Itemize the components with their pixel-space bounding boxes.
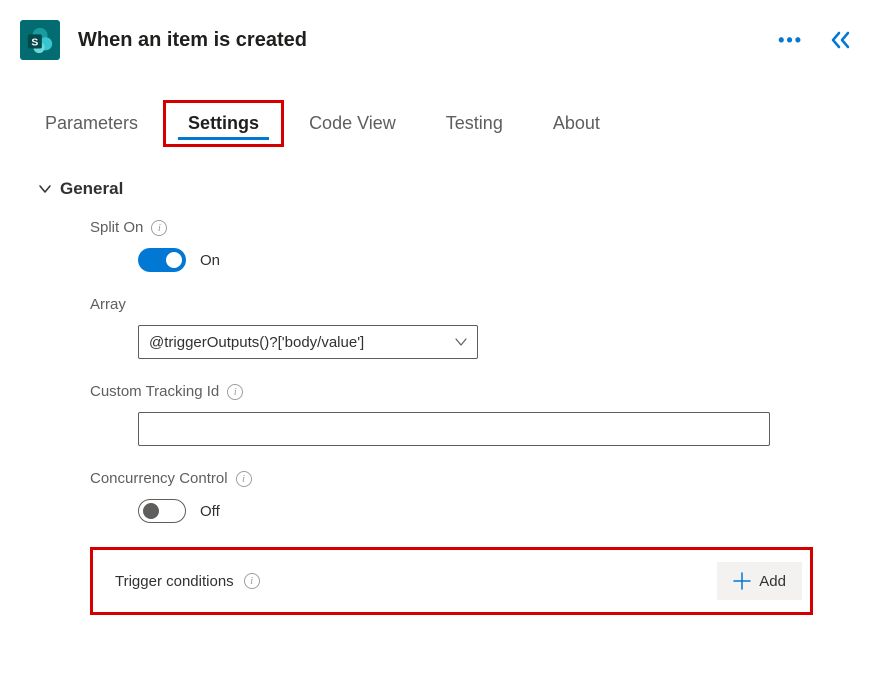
custom-tracking-label-row: Custom Tracking Id i [90, 383, 853, 400]
concurrency-toggle[interactable] [138, 499, 186, 523]
custom-tracking-label: Custom Tracking Id [90, 383, 219, 400]
array-select[interactable]: @triggerOutputs()?['body/value'] [138, 325, 478, 359]
split-on-state: On [200, 252, 220, 269]
info-icon[interactable]: i [236, 471, 252, 487]
concurrency-toggle-row: Off [138, 499, 853, 523]
sharepoint-glyph-icon: S [25, 25, 55, 55]
array-field: Array @triggerOutputs()?['body/value'] [90, 296, 853, 359]
info-icon[interactable]: i [151, 220, 167, 236]
add-button-label: Add [759, 573, 786, 590]
tab-parameters[interactable]: Parameters [20, 100, 163, 147]
array-label: Array [90, 296, 126, 313]
chevron-down-icon [38, 182, 52, 196]
section-general-header[interactable]: General [38, 179, 853, 199]
trigger-conditions-row: Trigger conditions i Add [90, 547, 813, 615]
chevron-down-icon [455, 336, 467, 348]
trigger-conditions-label: Trigger conditions [115, 573, 234, 590]
tab-about[interactable]: About [528, 100, 625, 147]
toggle-knob [166, 252, 182, 268]
plus-icon [733, 572, 751, 590]
concurrency-state: Off [200, 503, 220, 520]
header-bar: S When an item is created ••• [20, 20, 853, 60]
custom-tracking-field: Custom Tracking Id i [90, 383, 853, 446]
tab-bar: Parameters Settings Code View Testing Ab… [20, 100, 853, 147]
array-label-row: Array [90, 296, 853, 313]
concurrency-field: Concurrency Control i Off [90, 470, 853, 523]
trigger-conditions-left: Trigger conditions i [115, 573, 260, 590]
split-on-toggle-row: On [138, 248, 853, 272]
info-icon[interactable]: i [244, 573, 260, 589]
more-options-icon[interactable]: ••• [778, 30, 803, 51]
tab-code-view[interactable]: Code View [284, 100, 421, 147]
card-title: When an item is created [78, 29, 307, 52]
svg-text:S: S [31, 38, 38, 49]
custom-tracking-input[interactable] [138, 412, 770, 446]
toggle-knob [143, 503, 159, 519]
tab-testing[interactable]: Testing [421, 100, 528, 147]
split-on-toggle[interactable] [138, 248, 186, 272]
section-general-title: General [60, 179, 123, 199]
split-on-label: Split On [90, 219, 143, 236]
split-on-label-row: Split On i [90, 219, 853, 236]
concurrency-label-row: Concurrency Control i [90, 470, 853, 487]
concurrency-label: Concurrency Control [90, 470, 228, 487]
add-trigger-condition-button[interactable]: Add [717, 562, 802, 600]
header-left: S When an item is created [20, 20, 307, 60]
info-icon[interactable]: i [227, 384, 243, 400]
sharepoint-icon: S [20, 20, 60, 60]
array-value: @triggerOutputs()?['body/value'] [149, 334, 364, 351]
tab-settings[interactable]: Settings [163, 100, 284, 147]
split-on-field: Split On i On [90, 219, 853, 272]
header-right: ••• [778, 30, 853, 51]
collapse-icon[interactable] [831, 31, 853, 49]
